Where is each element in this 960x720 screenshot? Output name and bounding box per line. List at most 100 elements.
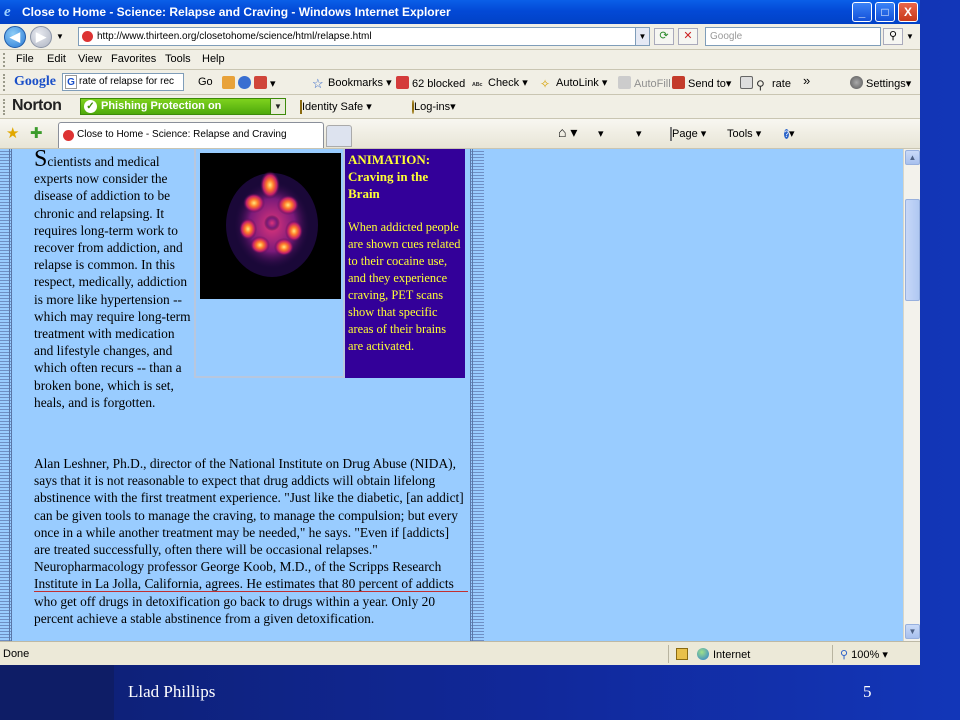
google-g-icon: G	[65, 75, 77, 89]
menu-favorites[interactable]: Favorites	[111, 53, 156, 65]
highlight-underline	[34, 591, 468, 592]
menu-edit[interactable]: Edit	[47, 53, 66, 65]
back-button[interactable]: ◀	[4, 26, 26, 48]
pagerank-button[interactable]: ⚲ rate	[740, 76, 791, 93]
settings-gear-icon	[850, 76, 863, 89]
toolbar-grip	[3, 74, 6, 91]
popup-blocked-button[interactable]: 62 blocked	[396, 76, 465, 90]
wand-icon: ✧	[540, 77, 551, 91]
animation-description: When addicted people are shown cues rela…	[348, 220, 461, 353]
pagerank-icon	[740, 76, 753, 89]
stop-button[interactable]: ✕	[678, 28, 698, 45]
identity-safe-button[interactable]: Identity Safe ▾	[300, 100, 372, 114]
tab-label: Close to Home - Science: Relapse and Cra…	[77, 129, 287, 140]
window-title: Close to Home - Science: Relapse and Cra…	[22, 5, 451, 19]
pet-scan-figure	[194, 149, 345, 378]
status-bar: Done Internet ⚲ 100% ▾	[0, 641, 920, 665]
pet-scan-graphic	[226, 171, 318, 277]
status-divider	[832, 645, 833, 663]
drop-cap: S	[34, 149, 48, 172]
menu-help[interactable]: Help	[202, 53, 225, 65]
minimize-button[interactable]: _	[852, 2, 872, 22]
logins-button[interactable]: Log-ins▾	[412, 100, 456, 114]
maximize-button[interactable]: □	[875, 2, 895, 22]
intro-text: Scientists and medical experts now consi…	[34, 149, 194, 411]
pet-scan-image[interactable]	[200, 153, 341, 299]
phishing-protection-dropdown[interactable]: ✓ Phishing Protection on ▼	[80, 98, 286, 115]
vertical-scrollbar[interactable]: ▲ ▼	[903, 149, 920, 641]
magnifier-icon: ⚲	[756, 78, 765, 92]
autofill-icon	[618, 76, 631, 89]
autofill-button[interactable]: AutoFill	[618, 76, 671, 90]
send-to-button[interactable]: Send to▾	[672, 76, 731, 90]
slide-footer-block	[0, 665, 114, 720]
google-search-value: rate of relapse for rec	[79, 76, 175, 87]
animation-heading[interactable]: ANIMATION: Craving in the Brain	[348, 151, 462, 202]
url-text: http://www.thirteen.org/closetohome/scie…	[97, 31, 372, 42]
scroll-thumb[interactable]	[905, 199, 920, 301]
bookmarks-button[interactable]: ☆ Bookmarks ▾	[312, 76, 392, 91]
add-favorite-icon[interactable]: ✚	[30, 124, 43, 142]
norton-logo[interactable]: Norton	[12, 97, 62, 115]
security-zone-icon	[676, 648, 688, 663]
popup-blocker-icon	[396, 76, 409, 89]
slide-number: 5	[863, 682, 872, 701]
google-toolbar: Google G rate of relapse for rec Go ▾ ☆ B…	[0, 70, 920, 95]
zoom-control[interactable]: ⚲ 100% ▾	[840, 648, 888, 661]
zone-label: Internet	[697, 648, 750, 661]
favorites-star-icon[interactable]: ★	[6, 124, 19, 142]
ie-logo-icon: e	[4, 4, 11, 20]
google-go-button[interactable]: Go	[198, 76, 213, 88]
animation-panel[interactable]: ANIMATION: Craving in the Brain When add…	[345, 149, 465, 378]
slide-author: Llad Phillips	[128, 682, 216, 701]
menu-view[interactable]: View	[78, 53, 102, 65]
more-chevron-icon[interactable]: »	[803, 73, 810, 88]
checkmark-icon: ✓	[84, 100, 97, 113]
site-favicon-icon	[82, 31, 93, 42]
settings-button[interactable]: Settings▾	[850, 76, 911, 90]
search-icon[interactable]: ⚲	[883, 28, 903, 45]
autolink-button[interactable]: ✧ AutoLink ▾	[540, 76, 607, 92]
tab-favicon-icon	[63, 130, 74, 141]
live-search-input[interactable]: Google	[705, 27, 881, 46]
search-dropdown-icon[interactable]: ▼	[906, 32, 914, 41]
article-paragraph: Alan Leshner, Ph.D., director of the Nat…	[34, 456, 464, 626]
page-content: Scientists and medical experts now consi…	[0, 149, 903, 641]
right-decorative-border	[470, 149, 484, 641]
home-icon[interactable]: ⌂ ▾	[558, 124, 577, 141]
toolbar-grip	[3, 99, 6, 115]
menu-bar: File Edit View Favorites Tools Help	[0, 50, 920, 70]
title-bar: e Close to Home - Science: Relapse and C…	[0, 0, 920, 24]
history-dropdown-icon[interactable]: ▼	[56, 32, 64, 41]
google-search-input[interactable]: G rate of relapse for rec	[62, 73, 184, 91]
toolbar-icons-group[interactable]: ▾	[222, 76, 276, 90]
tab-active[interactable]: Close to Home - Science: Relapse and Cra…	[58, 122, 324, 148]
close-button[interactable]: X	[898, 2, 918, 22]
forward-button[interactable]: ▶	[30, 26, 52, 48]
status-divider	[668, 645, 669, 663]
feeds-icon[interactable]: ▾	[598, 127, 604, 140]
scroll-up-arrow-icon[interactable]: ▲	[905, 150, 920, 165]
browser-window: e Close to Home - Science: Relapse and C…	[0, 0, 920, 665]
address-dropdown-icon[interactable]: ▼	[635, 28, 649, 45]
refresh-button[interactable]: ⟳	[654, 28, 674, 45]
tab-bar: ★ ✚ Close to Home - Science: Relapse and…	[0, 119, 920, 149]
left-decorative-border	[0, 149, 12, 641]
toolbar-grip	[3, 53, 6, 67]
phishing-dropdown-icon: ▼	[270, 99, 285, 114]
page-menu-button[interactable]: Page ▾	[670, 127, 706, 141]
zoom-magnifier-icon: ⚲	[840, 649, 849, 661]
menu-file[interactable]: File	[16, 53, 34, 65]
scroll-down-arrow-icon[interactable]: ▼	[905, 624, 920, 639]
new-tab-button[interactable]	[326, 125, 352, 147]
send-icon	[672, 76, 685, 89]
address-input[interactable]: http://www.thirteen.org/closetohome/scie…	[78, 27, 650, 46]
google-logo[interactable]: Google	[14, 74, 56, 90]
help-menu-button[interactable]: ?▾	[784, 127, 795, 141]
tools-menu-button[interactable]: Tools ▾	[727, 127, 761, 140]
status-text: Done	[3, 648, 30, 660]
globe-icon	[697, 648, 709, 660]
print-icon[interactable]: ▾	[636, 127, 642, 140]
menu-tools[interactable]: Tools	[165, 53, 191, 65]
spell-check-button[interactable]: ᴬᴮᶜ Check ▾	[472, 76, 528, 94]
